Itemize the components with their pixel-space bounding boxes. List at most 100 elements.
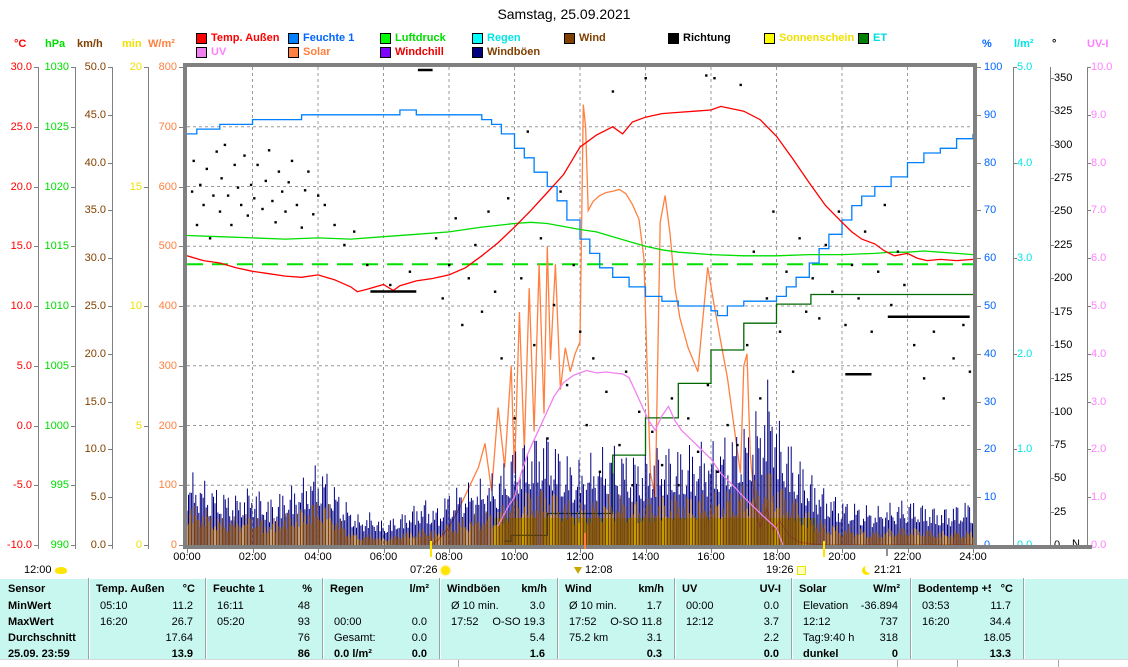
x-axis-tick: [515, 549, 516, 553]
axis-tick-label: 15: [110, 181, 142, 193]
axis-unit-: %: [982, 38, 992, 50]
axis-tick: [1050, 445, 1054, 446]
axis-tick-label: 9.0: [1091, 109, 1121, 121]
x-axis-extension: [977, 545, 1092, 549]
table-cell-value: -36.894: [799, 599, 898, 614]
axis-tick-label: 50: [984, 300, 1012, 312]
table-cell-value: O-SO 19.3: [447, 615, 545, 630]
axis-tick: [71, 485, 75, 486]
axis-tick-label: 70: [984, 204, 1012, 216]
table-col-unit: km/h: [511, 582, 547, 597]
axis-tick-label: 20.0: [0, 181, 32, 193]
statusbar-separator: [957, 660, 958, 667]
sun-marker-label: 19:26: [766, 564, 794, 576]
axis-tick-label: 2.0: [1091, 443, 1121, 455]
axis-tick-label: 60: [984, 252, 1012, 264]
table-cell-value: 0.0: [330, 615, 427, 630]
axis-tick: [108, 497, 112, 498]
axis-tick-label: 25.0: [0, 121, 32, 133]
axis-tick: [977, 497, 981, 498]
axis-unit-Wm: W/m²: [148, 38, 175, 50]
table-separator: [1023, 578, 1024, 659]
axis-tick: [1013, 354, 1017, 355]
axis-tick-label: 50: [1054, 472, 1082, 484]
axis-tick-label: 2.0: [1017, 348, 1045, 360]
table-col-unit: °C: [977, 582, 1013, 597]
legend-label: Richtung: [683, 32, 731, 44]
axis-line: [1013, 67, 1014, 549]
axis-tick: [977, 354, 981, 355]
table-cell-value: 76: [213, 631, 310, 646]
axis-tick-label: 80: [984, 157, 1012, 169]
statusbar-separator: [458, 660, 459, 667]
axis-tick-label: -10.0: [0, 539, 32, 551]
legend-item-feuchte-1: Feuchte 1: [288, 32, 354, 44]
axis-tick: [977, 210, 981, 211]
square-icon: [797, 566, 806, 575]
stats-table: SensorMinWertMaxWertDurchschnitt25.09. 2…: [0, 578, 1128, 660]
axis-tick-label: 500: [143, 240, 177, 252]
table-separator: [910, 578, 911, 659]
legend-item-sonnenschein: Sonnenschein: [764, 32, 854, 44]
table-col-unit: %: [276, 582, 312, 597]
legend-swatch: [380, 47, 391, 58]
axis-tick: [108, 354, 112, 355]
axis-tick-label: 25.0: [72, 300, 106, 312]
axis-tick-label: 0.0: [72, 539, 106, 551]
event-tick: [886, 549, 888, 556]
axis-tick-label: 350: [1054, 72, 1082, 84]
axis-tick-label: 200: [1054, 272, 1082, 284]
axis-tick: [71, 426, 75, 427]
legend-label: Feuchte 1: [303, 32, 354, 44]
table-separator: [791, 578, 792, 659]
axis-tick-label: 20: [110, 61, 142, 73]
x-axis-tick: [449, 549, 450, 553]
axis-tick-label: 30: [984, 396, 1012, 408]
axis-tick: [1013, 258, 1017, 259]
table-col-unit: W/m²: [864, 582, 900, 597]
axis-tick-label: 10: [110, 300, 142, 312]
axis-tick-label: 4.0: [1017, 157, 1045, 169]
table-row-label: Sensor: [8, 582, 84, 597]
axis-tick-label: 35.0: [72, 204, 106, 216]
axis-tick-label: 100: [143, 479, 177, 491]
axis-tick: [108, 402, 112, 403]
axis-tick-label: 200: [143, 420, 177, 432]
axis-tick-label: 400: [143, 300, 177, 312]
axis-tick: [1050, 78, 1054, 79]
axis-tick-label: 5: [110, 420, 142, 432]
axis-unit-UVI: UV-I: [1087, 38, 1108, 50]
axis-tick: [1087, 306, 1091, 307]
axis-tick: [1050, 312, 1054, 313]
axis-tick-label: 5.0: [1017, 61, 1045, 73]
table-cell-value: 2.2: [682, 631, 779, 646]
axis-tick-label: 995: [36, 479, 69, 491]
legend-label: Temp. Außen: [211, 32, 279, 44]
table-separator: [88, 578, 89, 659]
event-tick: [584, 533, 586, 549]
legend-swatch: [858, 33, 869, 44]
x-axis-tick: [711, 549, 712, 553]
down-arrow-icon: [574, 567, 582, 574]
axis-tick-label: 5.0: [72, 491, 106, 503]
axis-tick: [108, 163, 112, 164]
axis-tick-label: 10.0: [0, 300, 32, 312]
moon-time-corner: 12:00: [24, 564, 67, 576]
table-cell-value: 26.7: [96, 615, 193, 630]
axis-tick: [1050, 145, 1054, 146]
axis-tick-label: 3.0: [1017, 252, 1045, 264]
table-cell-value: 3.0: [447, 599, 545, 614]
axis-tick: [1013, 163, 1017, 164]
legend-item-regen: Regen: [472, 32, 521, 44]
table-col-unit: l/m²: [393, 582, 429, 597]
axis-tick: [1050, 412, 1054, 413]
axis-tick-label: 20.0: [72, 348, 106, 360]
table-cell-value: 11.2: [96, 599, 193, 614]
x-axis-tick: [842, 549, 843, 553]
corner-time-label: 12:00: [24, 564, 52, 576]
axis-tick: [1013, 449, 1017, 450]
axis-tick: [1087, 67, 1091, 68]
sun-marker-label: 21:21: [874, 564, 902, 576]
axis-tick-label: 30.0: [72, 252, 106, 264]
sun-marker-label: 07:26: [410, 564, 438, 576]
